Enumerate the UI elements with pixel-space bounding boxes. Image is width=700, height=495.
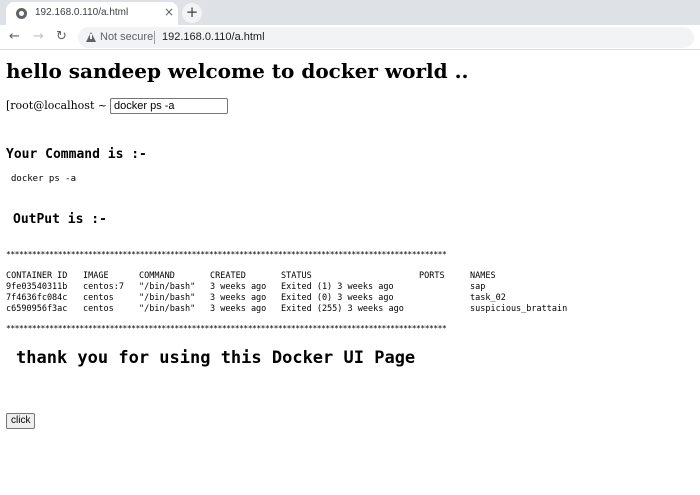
created-cell: 3 weeks ago	[210, 282, 267, 292]
separator-bottom: ****************************************…	[6, 324, 447, 333]
command-input[interactable]	[110, 98, 228, 114]
security-indicator[interactable]: Not secure	[100, 31, 153, 43]
forward-arrow-icon[interactable]: →	[33, 29, 44, 45]
column-header: CREATED	[210, 271, 246, 281]
tab-title: 192.168.0.110/a.html	[35, 7, 129, 18]
click-button[interactable]: click	[6, 413, 36, 429]
command-echo: docker ps -a	[11, 174, 77, 184]
names-cell: suspicious_brattain	[470, 304, 568, 314]
status-cell: Exited (255) 3 weeks ago	[281, 304, 404, 314]
address-separator	[154, 31, 155, 44]
page-title: hello sandeep welcome to docker world ..	[6, 59, 469, 83]
your-command-heading: Your Command is :-	[6, 147, 147, 162]
command-cell: "/bin/bash"	[139, 282, 196, 292]
close-icon[interactable]: ×	[164, 5, 174, 19]
browser-toolbar: ← → ↻ Not secure 192.168.0.110/a.html	[0, 25, 700, 50]
warning-icon-mark	[90, 34, 92, 39]
browser-tab[interactable]: 192.168.0.110/a.html ×	[6, 2, 178, 25]
names-cell: sap	[470, 282, 486, 292]
page-content: hello sandeep welcome to docker world ..…	[0, 51, 700, 495]
column-header: IMAGE	[83, 271, 109, 281]
address-bar[interactable]: Not secure 192.168.0.110/a.html	[78, 27, 694, 48]
created-cell: 3 weeks ago	[210, 293, 267, 303]
names-cell: task_02	[470, 293, 506, 303]
separator-top: ****************************************…	[6, 250, 447, 259]
tab-strip: 192.168.0.110/a.html × +	[0, 0, 700, 25]
reload-icon[interactable]: ↻	[56, 29, 67, 45]
output-heading: OutPut is :-	[13, 212, 107, 227]
globe-icon	[16, 8, 27, 19]
command-cell: "/bin/bash"	[139, 304, 196, 314]
back-arrow-icon[interactable]: ←	[9, 29, 20, 45]
column-header: PORTS	[419, 271, 445, 281]
command-cell: "/bin/bash"	[139, 293, 196, 303]
container-id-cell: c6590956f3ac	[6, 304, 68, 314]
status-cell: Exited (1) 3 weeks ago	[281, 282, 394, 292]
url-text[interactable]: 192.168.0.110/a.html	[162, 31, 265, 43]
image-cell: centos	[83, 293, 114, 303]
plus-icon[interactable]: +	[182, 3, 202, 23]
container-id-cell: 7f4636fc084c	[6, 293, 68, 303]
column-header: STATUS	[281, 271, 312, 281]
status-cell: Exited (0) 3 weeks ago	[281, 293, 394, 303]
image-cell: centos	[83, 304, 114, 314]
image-cell: centos:7	[83, 282, 124, 292]
thank-you-message: thank you for using this Docker UI Page	[16, 348, 416, 368]
column-header: CONTAINER ID	[6, 271, 68, 281]
column-header: COMMAND	[139, 271, 175, 281]
created-cell: 3 weeks ago	[210, 304, 267, 314]
column-header: NAMES	[470, 271, 496, 281]
container-id-cell: 9fe03540311b	[6, 282, 68, 292]
